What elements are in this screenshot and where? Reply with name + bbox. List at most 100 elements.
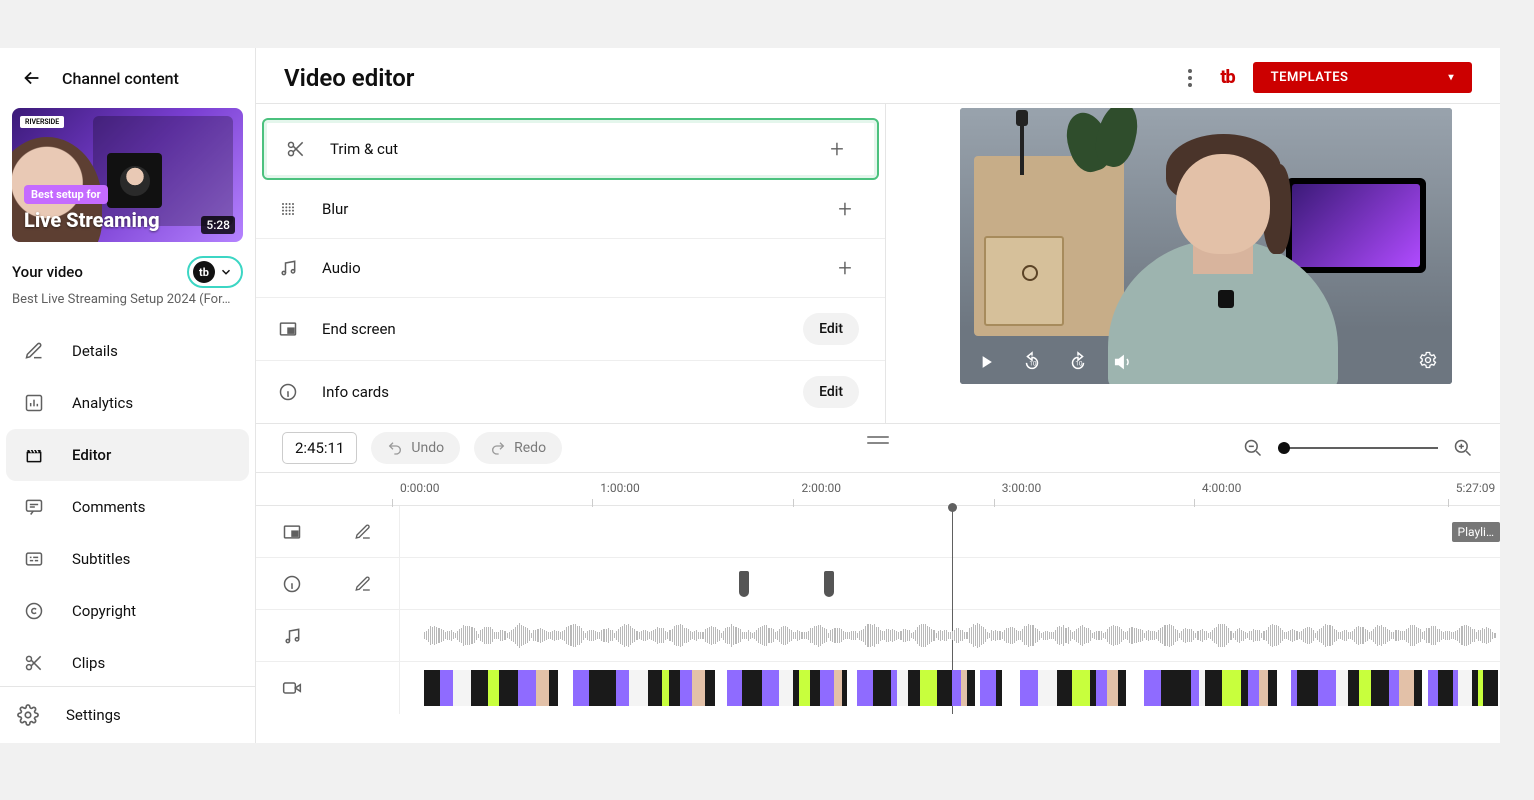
thumb-brand-badge: RIVERSIDE	[20, 116, 64, 128]
blur-icon	[276, 197, 300, 221]
tool-label: End screen	[322, 320, 396, 338]
sidebar-item-subtitles[interactable]: Subtitles	[6, 533, 249, 585]
endscreen-icon	[280, 520, 304, 544]
tool-end-screen[interactable]: End screen Edit	[256, 298, 885, 361]
preview-pane: 10 10	[886, 104, 1500, 423]
comment-icon	[22, 495, 46, 519]
tool-blur[interactable]: Blur +	[256, 180, 885, 239]
tb-dropdown[interactable]: tb	[187, 256, 243, 288]
zoom-slider[interactable]	[1278, 447, 1438, 449]
ruler-tick: 1:00:00	[600, 481, 640, 495]
undo-label: Undo	[411, 440, 444, 456]
tool-label: Blur	[322, 200, 348, 218]
zoom-controls	[1242, 437, 1474, 459]
video-icon	[280, 676, 304, 700]
more-menu-icon[interactable]	[1178, 66, 1202, 90]
back-label[interactable]: Channel content	[62, 69, 179, 88]
track-infocards	[256, 558, 1500, 610]
tool-trim-cut[interactable]: Trim & cut +	[262, 118, 879, 180]
endscreen-element[interactable]: Playli…	[1452, 522, 1500, 542]
tool-list: Trim & cut+Blur+Audio+End screenEditInfo…	[256, 104, 886, 423]
sidebar-item-copyright[interactable]: Copyright	[6, 585, 249, 637]
undo-button[interactable]: Undo	[371, 432, 460, 464]
zoom-out-icon[interactable]	[1242, 437, 1264, 459]
rewind-10-icon[interactable]: 10	[1020, 350, 1044, 374]
track-endscreen: Playli…	[256, 506, 1500, 558]
sidebar-item-comments[interactable]: Comments	[6, 481, 249, 533]
video-preview[interactable]: 10 10	[960, 108, 1452, 384]
tool-audio[interactable]: Audio +	[256, 239, 885, 298]
volume-icon[interactable]	[1112, 350, 1136, 374]
sidebar-item-details[interactable]: Details	[6, 325, 249, 377]
scissors-icon	[22, 651, 46, 675]
timeline: 2:45:11 Undo Redo 0:00:001:00:002:00:003…	[256, 423, 1500, 714]
resize-handle[interactable]	[867, 436, 889, 444]
add-icon[interactable]: +	[831, 254, 859, 282]
thumb-title: Live Streaming	[24, 208, 160, 232]
info-icon	[276, 380, 300, 404]
add-icon[interactable]: +	[831, 195, 859, 223]
sidebar-item-settings[interactable]: Settings	[0, 687, 255, 743]
edit-track-icon[interactable]	[351, 572, 375, 596]
tubebuddy-logo: tb	[1220, 67, 1234, 88]
video-thumbnail[interactable]: RIVERSIDE Best setup for Live Streaming …	[12, 108, 243, 242]
tool-info-cards[interactable]: Info cards Edit	[256, 361, 885, 423]
sidebar-item-label: Details	[72, 342, 118, 360]
edit-track-icon[interactable]	[351, 520, 375, 544]
ruler-tick: 3:00:00	[1002, 481, 1042, 495]
sidebar-item-analytics[interactable]: Analytics	[6, 377, 249, 429]
sidebar-item-label: Settings	[66, 706, 121, 724]
chevron-down-icon	[219, 265, 233, 279]
info-card-marker[interactable]	[824, 571, 834, 597]
app-window: Channel content RIVERSIDE Best setup for…	[0, 48, 1500, 743]
your-video-label: Your video	[12, 263, 83, 281]
topbar-right: tb TEMPLATES ▾	[1178, 62, 1472, 93]
gear-icon	[16, 703, 40, 727]
tool-label: Audio	[322, 259, 361, 277]
tool-label: Info cards	[322, 383, 389, 401]
track-content[interactable]: Playli…	[400, 506, 1500, 557]
timecode[interactable]: 2:45:11	[282, 432, 357, 464]
edit-button[interactable]: Edit	[803, 376, 859, 408]
back-row: Channel content	[0, 48, 255, 102]
editor-area: Trim & cut+Blur+Audio+End screenEditInfo…	[256, 103, 1500, 423]
ruler-tick: 0:00:00	[400, 481, 440, 495]
preview-settings-icon[interactable]	[1418, 350, 1438, 374]
copyright-icon	[22, 599, 46, 623]
edit-button[interactable]: Edit	[803, 313, 859, 345]
thumb-caption: Best setup for	[24, 185, 108, 204]
main: Video editor tb TEMPLATES ▾ Trim & cut+B…	[256, 48, 1500, 743]
play-icon[interactable]	[974, 350, 998, 374]
info-card-marker[interactable]	[739, 571, 749, 597]
templates-button[interactable]: TEMPLATES ▾	[1253, 62, 1472, 93]
add-icon[interactable]: +	[823, 135, 851, 163]
sidebar-item-label: Clips	[72, 654, 105, 672]
track-content[interactable]	[400, 610, 1500, 661]
info-icon	[280, 572, 304, 596]
forward-10-icon[interactable]: 10	[1066, 350, 1090, 374]
audio-waveform	[424, 622, 1498, 650]
sidebar-nav: Details Analytics EditorCommentsSubtitles C…	[0, 321, 255, 686]
tb-icon: tb	[193, 261, 215, 283]
sidebar-item-clips[interactable]: Clips	[6, 637, 249, 686]
page-title: Video editor	[284, 64, 414, 92]
sidebar-item-editor[interactable]: Editor	[6, 429, 249, 481]
track-content[interactable]	[400, 558, 1500, 609]
topbar: Video editor tb TEMPLATES ▾	[256, 48, 1500, 103]
your-video-row: Your video tb	[0, 250, 255, 290]
timeline-ruler[interactable]: 0:00:001:00:002:00:003:00:004:00:005:27:…	[256, 472, 1500, 506]
chevron-down-icon: ▾	[1448, 72, 1454, 83]
zoom-in-icon[interactable]	[1452, 437, 1474, 459]
sidebar-item-label: Analytics	[72, 394, 133, 412]
preview-controls: 10 10	[974, 350, 1136, 374]
back-arrow-icon[interactable]	[20, 66, 44, 90]
sidebar-footer: Settings	[0, 686, 255, 743]
tool-label: Trim & cut	[330, 140, 398, 158]
video-title: Best Live Streaming Setup 2024 (For…	[0, 290, 255, 321]
track-audio	[256, 610, 1500, 662]
sidebar-item-label: Copyright	[72, 602, 136, 620]
templates-label: TEMPLATES	[1271, 70, 1349, 85]
redo-button[interactable]: Redo	[474, 432, 562, 464]
endscreen-icon	[276, 317, 300, 341]
track-content[interactable]	[400, 662, 1500, 714]
